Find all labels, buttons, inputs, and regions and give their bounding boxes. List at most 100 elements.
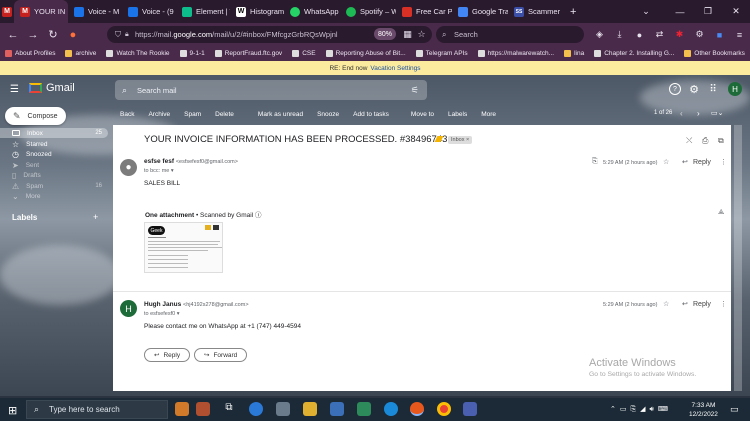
tab-voice-1[interactable]: Voice - M [68, 0, 122, 23]
search-icon[interactable]: ⌕ [122, 85, 127, 96]
reply-link[interactable]: Reply [693, 301, 711, 308]
email-scrollbar[interactable] [734, 125, 742, 391]
taskbar-app-icon[interactable] [357, 402, 371, 416]
bookmark-cse[interactable]: CSE [292, 50, 316, 57]
tab-scammer[interactable]: SS Scammer [508, 0, 564, 23]
list-all-tabs-icon[interactable]: ⌄ [632, 0, 660, 23]
taskbar-clock[interactable]: 7:33 AM 12/2/2022 [689, 401, 718, 419]
tab-voice-2[interactable]: Voice - (9 [122, 0, 176, 23]
firefox-icon[interactable]: ● [63, 25, 83, 45]
taskbar-app-icon[interactable] [249, 402, 263, 416]
zoom-level-button[interactable]: 80% [374, 28, 396, 40]
print-icon[interactable]: ⎙ [702, 136, 708, 146]
labels-button[interactable]: Labels [441, 107, 474, 121]
input-tools-icon[interactable]: ▭⌄ [711, 109, 723, 117]
bookmark-archive[interactable]: archive [65, 50, 96, 57]
chrome-icon[interactable] [437, 402, 451, 416]
next-icon[interactable]: › [697, 109, 700, 118]
google-apps-icon[interactable]: ⠿ [707, 83, 719, 95]
more-button[interactable]: More [474, 107, 503, 121]
puzzle-icon[interactable]: ⚙ [694, 29, 705, 40]
sidebar-item-sent[interactable]: ➤ Sent [0, 160, 108, 170]
previous-icon[interactable]: ‹ [680, 109, 683, 118]
bookmark-malwarewatch[interactable]: https://malwarewatch... [477, 50, 554, 57]
back-button[interactable]: Back [113, 107, 141, 121]
notifications-icon[interactable]: ▭ [730, 404, 739, 415]
more-options-icon[interactable]: ⋮ [720, 300, 727, 308]
snooze-button[interactable]: Snooze [310, 107, 346, 121]
main-menu-icon[interactable]: ☰ [10, 84, 19, 95]
taskbar-app-icon[interactable] [276, 402, 290, 416]
account-avatar[interactable]: H [728, 82, 742, 96]
move-to-button[interactable]: Move to [404, 107, 441, 121]
reply-button[interactable]: ↩ Reply [144, 348, 191, 362]
file-explorer-icon[interactable] [303, 402, 317, 416]
collapse-all-icon[interactable]: ⤬ [686, 136, 692, 146]
app-menu-icon[interactable]: ≡ [734, 29, 745, 40]
firefox-taskbar-icon[interactable] [410, 402, 424, 416]
bookmark-reportfraud[interactable]: ReportFraud.ftc.gov [214, 50, 282, 57]
maximize-button[interactable]: ❐ [694, 0, 722, 23]
sidebar-item-more[interactable]: ⌄ More [0, 191, 108, 201]
tab-whatsapp[interactable]: WhatsApp [284, 0, 340, 23]
delete-button[interactable]: Delete [208, 107, 241, 121]
sidebar-item-spam[interactable]: ⚠ Spam 16 [0, 181, 108, 191]
bookmark-lina[interactable]: lina [564, 50, 584, 57]
info-icon[interactable]: ⓘ [255, 212, 262, 219]
taskbar-app-icon[interactable] [175, 402, 189, 416]
bookmark-watch-the-rookie[interactable]: Watch The Rookie [106, 50, 170, 57]
inbox-label-chip[interactable]: Inbox × [448, 136, 473, 144]
bookmark-reporting-abuse[interactable]: Reporting Abuse of Bit... [325, 50, 406, 57]
sidebar-item-starred[interactable]: ☆ Starred [0, 139, 108, 149]
tab-free-car[interactable]: Free Car P [396, 0, 452, 23]
reply-link[interactable]: Reply [693, 159, 711, 166]
windows-start-icon[interactable]: ⊞ [8, 404, 17, 417]
reader-view-icon[interactable]: ▦ [402, 29, 413, 40]
mark-unread-button[interactable]: Mark as unread [251, 107, 310, 121]
gmail-logo[interactable]: Gmail [29, 82, 75, 94]
taskbar-app-icon[interactable] [330, 402, 344, 416]
attachment-thumbnail[interactable]: Geek [144, 222, 223, 273]
sender-name[interactable]: esfse fesf <esfsefesf0@gmail.com> [144, 158, 238, 165]
spam-button[interactable]: Spam [177, 107, 208, 121]
edge-icon[interactable] [384, 402, 398, 416]
extension-icon[interactable]: ● [634, 29, 645, 40]
reload-icon[interactable]: ↻ [43, 25, 63, 45]
bookmark-about-profiles[interactable]: About Profiles [5, 50, 55, 57]
taskbar-search-box[interactable]: ⌕ Type here to search [26, 400, 168, 419]
shield-extension-icon[interactable]: ✱ [674, 29, 685, 40]
bookmark-telegram-apis[interactable]: Telegram APIs [415, 50, 468, 57]
pocket-icon[interactable]: ◈ [594, 29, 605, 40]
add-to-tasks-button[interactable]: Add to tasks [346, 107, 396, 121]
taskbar-app-icon[interactable] [463, 402, 477, 416]
firefox-view-icon[interactable]: M [0, 0, 14, 23]
task-view-icon[interactable]: ⧉ [222, 402, 236, 416]
compose-button[interactable]: ✎ Compose [5, 107, 66, 125]
sidebar-item-drafts[interactable]: ▯ Drafts [0, 170, 108, 180]
downloads-icon[interactable]: ⤓ [614, 29, 625, 40]
bookmark-chapter-2[interactable]: Chapter 2. Installing G... [594, 50, 674, 57]
translate-icon[interactable]: ⇄ [654, 29, 665, 40]
reply-icon[interactable]: ↩ [682, 300, 688, 308]
add-to-drive-icon[interactable]: ⟁ [718, 209, 724, 217]
tab-spotify[interactable]: Spotify – W [340, 0, 396, 23]
bookmark-other[interactable]: Other Bookmarks [684, 50, 745, 57]
minimize-button[interactable]: — [666, 0, 694, 23]
recipient-details[interactable]: to bcc: me ▾ [144, 168, 174, 174]
forward-arrow-icon[interactable]: → [23, 25, 43, 45]
sidebar-item-snoozed[interactable]: ◷ Snoozed [0, 149, 108, 159]
bookmark-911[interactable]: 9-1-1 [179, 50, 205, 57]
recipient-details[interactable]: to esfsefesf0 ▾ [144, 311, 179, 317]
taskbar-app-icon[interactable] [196, 402, 210, 416]
search-options-icon[interactable]: ⚟ [411, 85, 419, 96]
browser-search-field[interactable]: ⌕ Search [436, 26, 584, 43]
open-new-window-icon[interactable]: ⧉ [718, 136, 724, 146]
system-tray[interactable]: ⌃▭⎘◢🔊︎⌨ [610, 405, 672, 414]
sidebar-item-inbox[interactable]: Inbox 25 [0, 128, 108, 138]
new-tab-button[interactable]: + [564, 0, 582, 23]
back-arrow-icon[interactable]: ← [3, 25, 23, 45]
sender-name[interactable]: Hugh Janus <hj4192s278@gmail.com> [144, 301, 249, 308]
star-icon[interactable]: ☆ [663, 300, 669, 308]
support-icon[interactable]: ? [669, 83, 681, 95]
create-label-button[interactable]: + [93, 212, 98, 222]
